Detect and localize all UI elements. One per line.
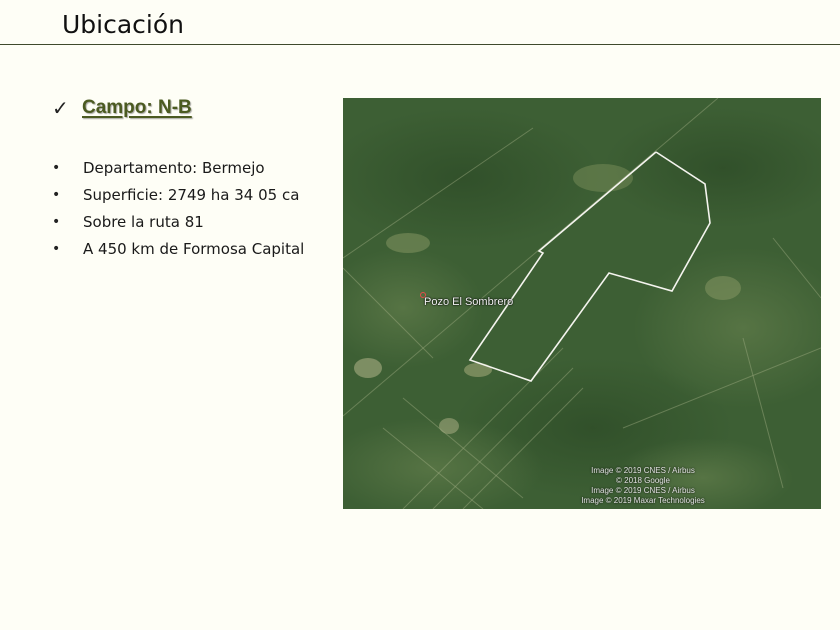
bullet-text: Departamento: Bermejo — [83, 158, 265, 177]
slide-title: Ubicación — [62, 10, 185, 39]
attribution-line: Image © 2019 CNES / Airbus — [591, 486, 695, 495]
bullet-list: • Departamento: Bermejo • Superficie: 2749… — [52, 154, 304, 262]
slide: Ubicación ✓ Campo: N-B • Departamento: Be… — [0, 0, 840, 630]
map-attribution: Image © 2019 CNES / Airbus © 2018 Google… — [548, 466, 738, 506]
bullet-text: Superficie: 2749 ha 34 05 ca — [83, 185, 300, 204]
attribution-line: © 2018 Google — [616, 476, 670, 485]
bullet-text: Sobre la ruta 81 — [83, 212, 204, 231]
bullet-icon: • — [52, 159, 61, 176]
bullet-icon: • — [52, 213, 61, 230]
bullet-text: A 450 km de Formosa Capital — [83, 239, 305, 258]
satellite-map: Pozo El Sombrero Image © 2019 CNES / Air… — [343, 98, 821, 509]
list-item: • Superficie: 2749 ha 34 05 ca — [52, 181, 304, 208]
list-item: • A 450 km de Formosa Capital — [52, 235, 304, 262]
list-item: • Sobre la ruta 81 — [52, 208, 304, 235]
title-rule — [0, 44, 840, 45]
attribution-line: Image © 2019 CNES / Airbus — [591, 466, 695, 475]
section-heading: Campo: N-B — [82, 97, 192, 118]
bullet-icon: • — [52, 240, 61, 257]
check-icon: ✓ — [52, 96, 69, 120]
map-imagery — [343, 98, 821, 509]
bullet-icon: • — [52, 186, 61, 203]
attribution-line: Image © 2019 Maxar Technologies — [581, 496, 705, 505]
map-place-label: Pozo El Sombrero — [424, 296, 514, 308]
heading-row: ✓ Campo: N-B — [52, 96, 192, 120]
list-item: • Departamento: Bermejo — [52, 154, 304, 181]
